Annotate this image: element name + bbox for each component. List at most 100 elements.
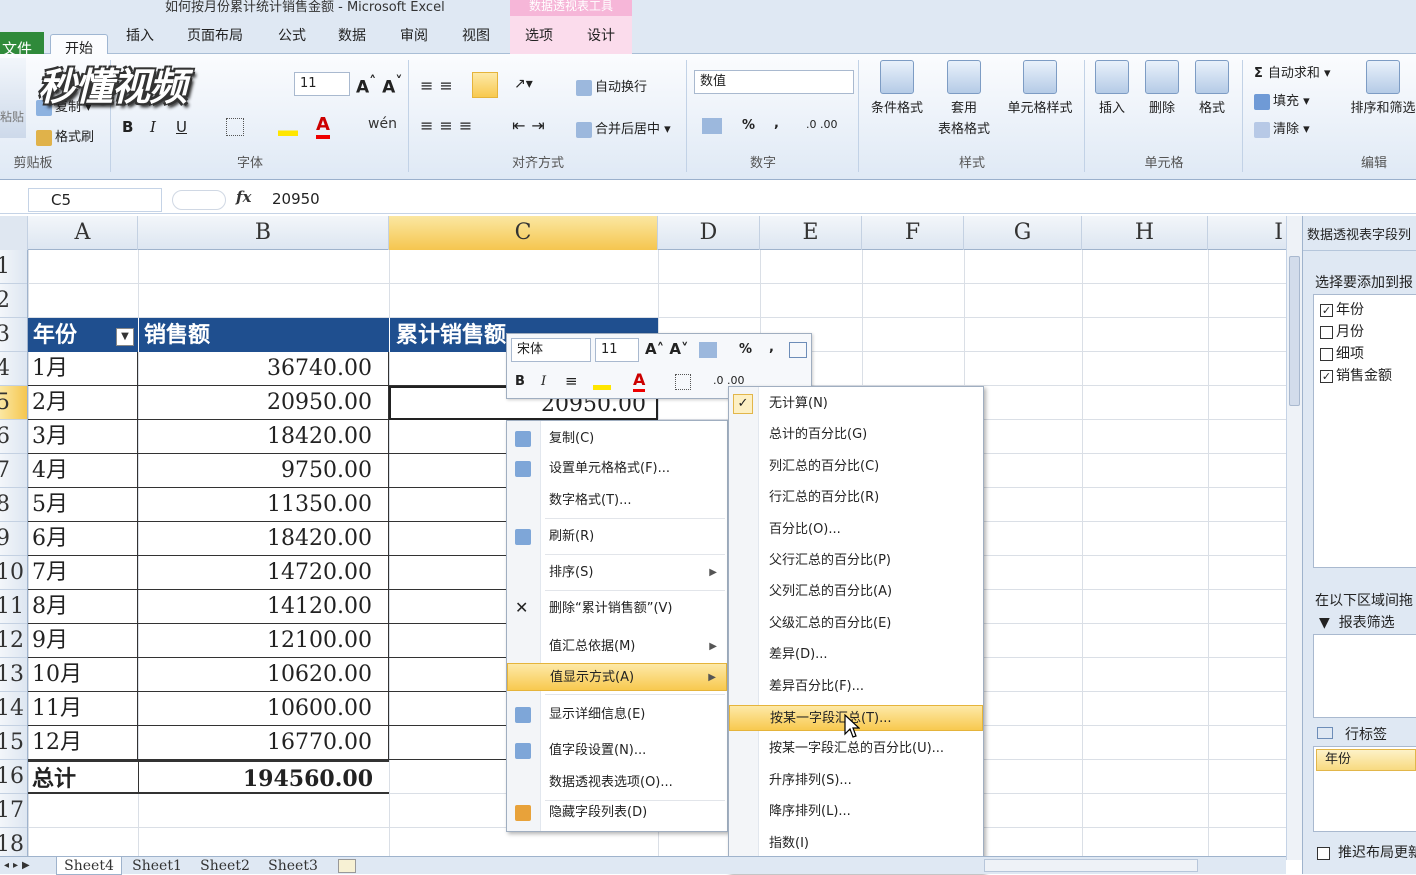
- align-horizontal-icons[interactable]: ≡≡≡: [420, 116, 478, 135]
- show-values-as-option[interactable]: 按某一字段汇总的百分比(U)...: [729, 736, 983, 762]
- column-header-f[interactable]: F: [862, 216, 964, 250]
- context-menu-item[interactable]: 刷新(R): [507, 523, 727, 551]
- column-header-i[interactable]: I: [1208, 216, 1290, 250]
- paste-icon[interactable]: [0, 58, 26, 138]
- pivot-field-checkbox[interactable]: 细项: [1320, 343, 1364, 363]
- month-cell[interactable]: 5月: [28, 488, 138, 522]
- wrap-text-button[interactable]: 自动换行: [576, 76, 647, 96]
- conditional-format-button[interactable]: 条件格式: [866, 60, 928, 119]
- mini-font-grow-icon[interactable]: A˄ A˅: [645, 340, 688, 358]
- row-header[interactable]: 13: [0, 658, 27, 692]
- mini-italic-button[interactable]: I: [541, 374, 546, 389]
- month-cell[interactable]: 12月: [28, 726, 138, 760]
- bold-button[interactable]: B: [122, 118, 133, 136]
- month-cell[interactable]: 7月: [28, 556, 138, 590]
- show-values-as-option[interactable]: 行汇总的百分比(R): [729, 485, 983, 511]
- month-cell[interactable]: 8月: [28, 590, 138, 624]
- grow-font-button[interactable]: A˄ A˅: [356, 74, 402, 98]
- tab-view[interactable]: 视图: [460, 24, 492, 48]
- horizontal-scrollbar[interactable]: [984, 859, 1198, 872]
- row-header[interactable]: 3: [0, 318, 27, 352]
- fill-button[interactable]: 填充 ▾: [1254, 90, 1310, 110]
- context-menu-item[interactable]: 值显示方式(A) ▶: [507, 663, 727, 691]
- sales-cell[interactable]: 18420.00: [138, 522, 389, 556]
- tab-page-layout[interactable]: 页面布局: [184, 24, 246, 48]
- row-header[interactable]: 4: [0, 352, 27, 386]
- column-header-g[interactable]: G: [964, 216, 1082, 250]
- context-menu-item[interactable]: 删除“累计销售额”(V) ✕: [507, 595, 727, 623]
- font-color-icon[interactable]: A: [316, 114, 330, 139]
- report-filter-area[interactable]: [1313, 634, 1416, 718]
- show-values-as-option[interactable]: 指数(I): [729, 831, 983, 857]
- row-header[interactable]: 14: [0, 692, 27, 726]
- formula-expander[interactable]: [172, 190, 226, 210]
- unchecked-box-icon[interactable]: [1320, 347, 1333, 361]
- mini-size-select[interactable]: 11: [595, 338, 639, 362]
- tab-design[interactable]: 设计: [584, 24, 618, 48]
- indent-icons[interactable]: ⇤⇥: [512, 116, 551, 135]
- align-top-icons[interactable]: ≡≡: [420, 76, 459, 95]
- scroll-thumb[interactable]: [1289, 256, 1300, 406]
- total-sales[interactable]: 194560.00: [138, 760, 389, 794]
- column-header-h[interactable]: H: [1082, 216, 1208, 250]
- context-menu-item[interactable]: 值字段设置(N)...: [507, 737, 727, 765]
- sales-cell[interactable]: 14720.00: [138, 556, 389, 590]
- sales-cell[interactable]: 36740.00: [138, 352, 389, 386]
- cell-styles-button[interactable]: 单元格样式: [1002, 60, 1078, 119]
- row-header[interactable]: 2: [0, 284, 27, 318]
- month-cell[interactable]: 3月: [28, 420, 138, 454]
- row-header[interactable]: 16: [0, 760, 27, 794]
- show-values-as-option[interactable]: 父列汇总的百分比(A): [729, 579, 983, 605]
- sales-cell[interactable]: 9750.00: [138, 454, 389, 488]
- total-label[interactable]: 总计: [28, 760, 138, 794]
- context-menu-item[interactable]: 隐藏字段列表(D): [507, 799, 727, 827]
- sales-cell[interactable]: 18420.00: [138, 420, 389, 454]
- row-field-year[interactable]: 年份: [1316, 749, 1416, 771]
- formula-input[interactable]: 20950: [272, 190, 320, 208]
- row-header[interactable]: 7: [0, 454, 27, 488]
- sales-cell[interactable]: 20950.00: [138, 386, 389, 420]
- delete-cells-button[interactable]: 删除: [1142, 60, 1182, 119]
- number-format-select[interactable]: 数值: [694, 70, 854, 94]
- row-header[interactable]: 17: [0, 794, 27, 828]
- sheet-tab-sheet2[interactable]: Sheet2: [196, 857, 254, 875]
- tab-data[interactable]: 数据: [336, 24, 368, 48]
- column-header-a[interactable]: A: [28, 216, 138, 250]
- currency-icon[interactable]: [702, 118, 722, 134]
- month-cell[interactable]: 1月: [28, 352, 138, 386]
- show-values-as-option[interactable]: 总计的百分比(G): [729, 422, 983, 448]
- comma-button[interactable]: ,: [774, 116, 779, 131]
- checked-box-icon[interactable]: ✓: [1320, 303, 1333, 317]
- pivot-field-checkbox[interactable]: 月份: [1320, 321, 1364, 341]
- mini-comma-button[interactable]: ,: [769, 340, 774, 355]
- row-header[interactable]: 11: [0, 590, 27, 624]
- insert-cells-button[interactable]: 插入: [1092, 60, 1132, 119]
- show-values-as-option[interactable]: 降序排列(L)...: [729, 799, 983, 825]
- show-values-as-option[interactable]: 无计算(N) ✓: [729, 391, 983, 417]
- pivot-field-checkbox[interactable]: ✓ 年份: [1320, 299, 1364, 319]
- name-box[interactable]: C5: [28, 188, 162, 212]
- underline-button[interactable]: U: [176, 118, 187, 136]
- row-header[interactable]: 6: [0, 420, 27, 454]
- italic-button[interactable]: I: [150, 118, 156, 136]
- format-cells-button[interactable]: 格式: [1192, 60, 1232, 119]
- context-menu-item[interactable]: 设置单元格格式(F)...: [507, 455, 727, 483]
- sales-cell[interactable]: 12100.00: [138, 624, 389, 658]
- sort-filter-button[interactable]: 排序和筛选: [1350, 60, 1416, 119]
- context-menu-item[interactable]: 值汇总依据(M) ▶: [507, 633, 727, 661]
- sheet-tab-sheet3[interactable]: Sheet3: [264, 857, 322, 875]
- insert-sheet-icon[interactable]: [338, 859, 356, 873]
- font-size-select[interactable]: 11: [294, 72, 350, 96]
- row-header[interactable]: 8: [0, 488, 27, 522]
- fill-color-icon[interactable]: [278, 118, 298, 136]
- column-header-d[interactable]: D: [658, 216, 760, 250]
- context-menu-item[interactable]: 数字格式(T)...: [507, 487, 727, 515]
- fx-icon[interactable]: fx: [236, 188, 251, 206]
- row-header[interactable]: 10: [0, 556, 27, 590]
- mini-font-color-icon[interactable]: A: [633, 370, 646, 392]
- context-menu-item[interactable]: 数据透视表选项(O)...: [507, 769, 727, 797]
- percent-button[interactable]: %: [742, 118, 755, 133]
- show-values-as-option[interactable]: 父行汇总的百分比(P): [729, 548, 983, 574]
- row-header[interactable]: 12: [0, 624, 27, 658]
- month-cell[interactable]: 10月: [28, 658, 138, 692]
